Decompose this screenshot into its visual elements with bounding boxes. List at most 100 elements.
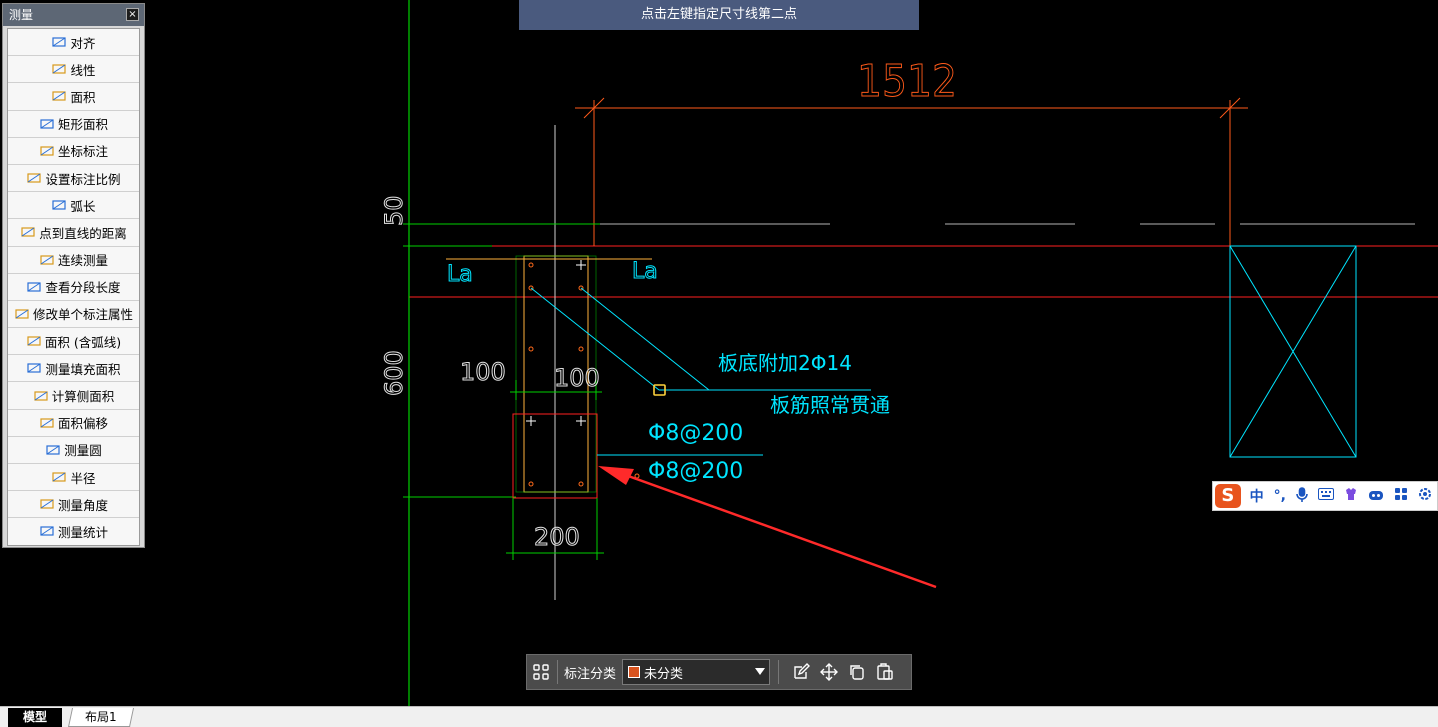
tool-label: 面积 (含弧线) xyxy=(44,334,122,350)
tool-label: 修改单个标注属性 xyxy=(32,307,133,323)
tab-model[interactable]: 模型 xyxy=(8,708,62,727)
keyboard-icon[interactable] xyxy=(1318,488,1334,504)
tool-label: 测量填充面积 xyxy=(45,361,121,377)
tool-label: 半径 xyxy=(70,470,96,486)
tab-layout1-label: 布局1 xyxy=(85,710,117,724)
move-icon[interactable] xyxy=(815,658,843,686)
radius-icon xyxy=(52,472,67,482)
tool-side-area[interactable]: 计算侧面积 xyxy=(8,382,139,410)
annotation-toolbar: 标注分类 未分类 xyxy=(526,654,912,690)
coordinate-icon xyxy=(40,146,54,156)
tool-label: 查看分段长度 xyxy=(45,280,121,296)
tool-aligned-dimension[interactable]: 对齐 xyxy=(8,29,139,57)
fill-area-icon xyxy=(27,363,42,373)
arc-area-icon xyxy=(27,336,41,346)
cad-drawing-canvas[interactable]: 1512 50 600 La La 100 100 200 板底附加2Φ14 板… xyxy=(0,0,1438,706)
settings-icon[interactable] xyxy=(1418,487,1432,505)
category-select[interactable]: 未分类 xyxy=(622,659,771,685)
tool-label: 点到直线的距离 xyxy=(39,225,127,241)
rectangle-area-icon xyxy=(40,119,54,129)
continuous-measure-icon xyxy=(40,254,54,265)
paste-icon[interactable] xyxy=(871,658,899,686)
measure-tool-list: 对齐线性面积矩形面积坐标标注设置标注比例 弧长点到直线的距离 连续测量查看分段长度修… xyxy=(7,28,140,546)
ime-logo[interactable]: S xyxy=(1215,484,1241,508)
tool-segment-length[interactable]: 查看分段长度 xyxy=(8,273,139,301)
category-color-swatch xyxy=(628,666,641,678)
measure-panel: 测量 × 对齐线性面积矩形面积坐标标注设置标注比例 弧长点到直线的距离 连续测量查看… xyxy=(2,3,145,548)
tool-coordinate[interactable]: 坐标标注 xyxy=(8,137,139,165)
linear-dimension-icon xyxy=(52,64,67,74)
dim-50-text: 50 xyxy=(380,195,408,226)
la-left-text: La xyxy=(447,262,473,287)
arc-length-icon xyxy=(52,200,67,210)
note-rebar-1: Φ8@200 xyxy=(648,421,743,446)
point-line-distance-icon xyxy=(21,227,35,238)
tool-label: 面积偏移 xyxy=(57,416,108,432)
tool-area[interactable]: 面积 xyxy=(8,83,139,111)
apps-icon[interactable] xyxy=(1394,487,1408,505)
ime-punct[interactable]: °, xyxy=(1274,488,1286,504)
tool-label: 测量统计 xyxy=(57,524,108,540)
dim-600-text: 600 xyxy=(380,350,408,396)
tool-point-line-distance[interactable]: 点到直线的距离 xyxy=(8,219,139,247)
scale-icon xyxy=(27,173,42,183)
tool-circle-measure[interactable]: 测量圆 xyxy=(8,436,139,464)
edit-annotation-icon xyxy=(15,309,29,319)
tab-layout1[interactable]: 布局1 xyxy=(67,708,135,727)
tool-label: 矩形面积 xyxy=(57,117,108,133)
circle-measure-icon xyxy=(46,445,60,455)
angle-icon xyxy=(40,499,54,509)
copy-icon[interactable] xyxy=(843,658,871,686)
tool-label: 对齐 xyxy=(70,35,96,51)
tool-radius[interactable]: 半径 xyxy=(8,464,139,492)
tool-fill-area[interactable]: 测量填充面积 xyxy=(8,355,139,383)
tool-arc-area[interactable]: 面积 (含弧线) xyxy=(8,328,139,356)
tool-label: 弧长 xyxy=(70,198,96,214)
side-area-icon xyxy=(34,390,48,401)
tool-continuous-measure[interactable]: 连续测量 xyxy=(8,246,139,274)
skin-icon[interactable] xyxy=(1344,487,1358,505)
tool-statistics[interactable]: 测量统计 xyxy=(8,518,139,545)
segment-length-icon xyxy=(27,282,42,292)
statistics-icon xyxy=(40,526,54,537)
tool-edit-annotation[interactable]: 修改单个标注属性 xyxy=(8,300,139,329)
tool-label: 连续测量 xyxy=(57,253,108,269)
command-prompt-banner: 点击左键指定尺寸线第二点 xyxy=(519,0,919,30)
tool-label: 计算侧面积 xyxy=(51,389,115,405)
tool-linear-dimension[interactable]: 线性 xyxy=(8,56,139,84)
ime-toolbar: S 中 °, xyxy=(1212,481,1438,511)
tool-label: 测量圆 xyxy=(64,443,102,459)
tool-label: 面积 xyxy=(70,89,96,105)
edit-icon[interactable] xyxy=(787,658,815,686)
panel-title-text: 测量 xyxy=(9,8,34,22)
tool-area-offset[interactable]: 面积偏移 xyxy=(8,409,139,437)
grid-apps-icon[interactable] xyxy=(527,658,555,686)
dim-1512-text: 1512 xyxy=(857,56,957,107)
tool-label: 测量角度 xyxy=(57,497,108,513)
microphone-icon[interactable] xyxy=(1296,486,1308,506)
note-through: 板筋照常贯通 xyxy=(770,393,890,417)
category-value: 未分类 xyxy=(644,666,684,682)
tool-label: 线性 xyxy=(70,62,96,78)
dim-100-right-text: 100 xyxy=(554,364,600,392)
category-label: 标注分类 xyxy=(564,666,617,682)
la-right-text: La xyxy=(632,259,658,284)
dim-200-text: 200 xyxy=(534,523,580,551)
note-extra-rebar: 板底附加2Φ14 xyxy=(718,351,852,375)
chevron-down-icon xyxy=(755,668,766,675)
ime-mode[interactable]: 中 xyxy=(1250,486,1264,506)
close-icon[interactable]: × xyxy=(126,8,139,21)
tool-arc-length[interactable]: 弧长 xyxy=(8,192,139,220)
layout-tabs: 模型 布局1 xyxy=(0,706,1438,727)
tool-angle[interactable]: 测量角度 xyxy=(8,491,139,519)
tool-label: 坐标标注 xyxy=(57,144,108,160)
tool-label: 设置标注比例 xyxy=(45,171,121,187)
tool-scale[interactable]: 设置标注比例 xyxy=(8,164,139,193)
area-icon xyxy=(52,91,67,102)
tool-rectangle-area[interactable]: 矩形面积 xyxy=(8,110,139,138)
robot-icon[interactable] xyxy=(1368,487,1384,505)
note-rebar-2: Φ8@200 xyxy=(648,459,743,484)
aligned-dimension-icon xyxy=(52,37,67,47)
dim-100-left-text: 100 xyxy=(460,358,506,386)
area-offset-icon xyxy=(40,418,54,428)
